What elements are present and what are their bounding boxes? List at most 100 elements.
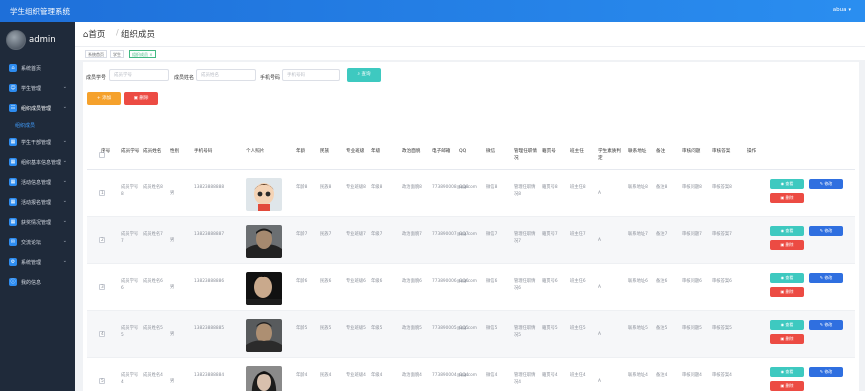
- column-header[interactable]: 成员姓名: [143, 148, 167, 155]
- search-input-phone[interactable]: 手机号码: [282, 69, 340, 81]
- search-label-sid: 成员学号: [86, 75, 107, 81]
- sidebar-item-label: 组织成员管理: [21, 106, 52, 112]
- table-row[interactable]: 3 成员学号6 成员姓名6 男 13823888886 年龄6 民族6 专业班级6 年级6 政治面…: [87, 264, 855, 311]
- table-row[interactable]: 5 成员学号4 成员姓名4 男 13823888884 年龄4 民族4 专业班级4 年级4 政治面…: [87, 358, 855, 391]
- breadcrumb-home[interactable]: ⌂首页: [83, 28, 105, 40]
- column-header[interactable]: 性别: [170, 148, 190, 155]
- view-button[interactable]: ◉ 查看: [770, 273, 804, 283]
- sidebar-item-8[interactable]: ✉ 交流论坛 ⌄: [0, 232, 75, 252]
- tag-student[interactable]: 学生: [110, 50, 124, 58]
- cell-q: 审核问题5: [682, 326, 702, 331]
- sidebar-item-3[interactable]: ▦ 学生干部管理 ⌄: [0, 132, 75, 152]
- cell-grade: 年级6: [371, 279, 383, 284]
- column-header[interactable]: 审核问题: [682, 148, 710, 155]
- sidebar: admin ⌂ 系统首页 ☺ 学生管理 ⌄ ☷ 组织成员管理 ⌄ 组织成员 ▦ 学生干部管理 ⌄ ▦ 组织…: [0, 22, 75, 391]
- sidebar-item-6[interactable]: ▦ 活动报名管理 ⌄: [0, 192, 75, 212]
- column-header[interactable]: 操作: [747, 148, 787, 155]
- cell-cls: 专业班级6: [346, 279, 366, 284]
- column-header[interactable]: 专业班级: [346, 148, 370, 155]
- column-header[interactable]: 序号: [101, 148, 117, 155]
- sidebar-item-1[interactable]: ☺ 学生管理 ⌄: [0, 78, 75, 98]
- cell-grade: 年级8: [371, 185, 383, 190]
- edit-button[interactable]: ✎ 修改: [809, 320, 843, 330]
- search-input-name[interactable]: 成员姓名: [196, 69, 256, 81]
- cell-teacher: 班主任5: [570, 326, 586, 331]
- column-header[interactable]: 成员学号: [121, 148, 141, 155]
- cell-addr: 联系地址8: [628, 185, 648, 190]
- column-header[interactable]: 年龄: [296, 148, 318, 155]
- tag-home[interactable]: 系统首页: [85, 50, 107, 58]
- sidebar-item-4[interactable]: ▦ 组织基本信息管理 ⌄: [0, 152, 75, 172]
- column-header[interactable]: 班主任: [570, 148, 594, 155]
- column-header[interactable]: 政治面貌: [402, 148, 426, 155]
- column-header[interactable]: 电子邮箱: [432, 148, 458, 155]
- sidebar-item-5[interactable]: ▦ 活动信息管理 ⌄: [0, 172, 75, 192]
- cell-political: 政治面貌8: [402, 185, 422, 190]
- column-header[interactable]: QQ: [459, 148, 483, 155]
- cell-email: 773890004@qq.com: [432, 373, 477, 378]
- search-input-sid[interactable]: 成员学号: [109, 69, 169, 81]
- sidebar-item-7[interactable]: ▦ 获奖情况管理 ⌄: [0, 212, 75, 232]
- cell-jg: 籍贯号5: [542, 326, 558, 331]
- sidebar-item-2[interactable]: ☷ 组织成员管理 ⌄: [0, 98, 75, 118]
- tag-member[interactable]: 组织成员 ×: [129, 50, 156, 58]
- column-header[interactable]: 微信: [486, 148, 510, 155]
- add-button[interactable]: + 添加: [87, 92, 121, 105]
- user-menu[interactable]: abua ▾: [833, 7, 851, 13]
- view-button[interactable]: ◉ 查看: [770, 367, 804, 377]
- sidebar-subitem-member[interactable]: 组织成员: [0, 118, 75, 132]
- cell-wechat: 微信4: [486, 373, 498, 378]
- sidebar-item-0[interactable]: ⌂ 系统首页: [0, 58, 75, 78]
- column-header[interactable]: 备注: [656, 148, 678, 155]
- cell-phone: 13823888885: [194, 326, 225, 331]
- edit-button[interactable]: ✎ 修改: [809, 273, 843, 283]
- column-header[interactable]: 个人照片: [246, 148, 292, 155]
- page-header: ⌂首页 / 组织成员: [75, 22, 865, 46]
- cell-wechat: 微信8: [486, 185, 498, 190]
- column-header[interactable]: 学生素质判定: [598, 148, 624, 162]
- cell-post: 管理任职情况7: [514, 232, 536, 244]
- cell-cls: 专业班级7: [346, 232, 366, 237]
- column-header[interactable]: 籍贯号: [542, 148, 566, 155]
- app-title: 学生组织管理系统: [10, 7, 70, 16]
- delete-button[interactable]: ▣ 删除: [770, 334, 804, 344]
- breadcrumb-separator: /: [116, 28, 119, 37]
- column-header[interactable]: 年级: [371, 148, 397, 155]
- table-row[interactable]: 2 成员学号7 成员姓名7 男 13823888887 年龄7 民族7 专业班级7 年级7 政治面…: [87, 217, 855, 264]
- view-button[interactable]: ◉ 查看: [770, 226, 804, 236]
- cell-name: 成员姓名5: [143, 326, 163, 331]
- cell-nation: 民族7: [320, 232, 332, 237]
- column-header[interactable]: 审核答案: [712, 148, 740, 155]
- chevron-down-icon: ⌄: [62, 238, 67, 244]
- grid-icon: ▦: [9, 138, 17, 146]
- edit-button[interactable]: ✎ 修改: [809, 367, 843, 377]
- cell-sid: 成员学号7: [121, 232, 139, 244]
- batch-delete-button[interactable]: ▣ 删除: [124, 92, 158, 105]
- view-button[interactable]: ◉ 查看: [770, 179, 804, 189]
- member-photo: [246, 225, 282, 258]
- sidebar-item-9[interactable]: ⚙ 系统管理 ⌄: [0, 252, 75, 272]
- sidebar-item-10[interactable]: ⓘ 我的信息: [0, 272, 75, 292]
- member-photo: [246, 272, 282, 305]
- cell-age: 年龄5: [296, 326, 308, 331]
- column-header[interactable]: 手机号码: [194, 148, 220, 155]
- sidebar-item-label: 活动报名管理: [21, 200, 52, 206]
- delete-button[interactable]: ▣ 删除: [770, 287, 804, 297]
- tags-view: 系统首页 学生 组织成员 ×: [75, 46, 865, 60]
- table-row[interactable]: 1 成员学号8 成员姓名8 男 13823888888 年龄8 民族8 专业班级8 年级8 政治面…: [87, 170, 855, 217]
- cell-nation: 民族4: [320, 373, 332, 378]
- delete-button[interactable]: ▣ 删除: [770, 193, 804, 203]
- view-button[interactable]: ◉ 查看: [770, 320, 804, 330]
- member-photo: [246, 319, 282, 352]
- column-header[interactable]: 民族: [320, 148, 342, 155]
- delete-button[interactable]: ▣ 删除: [770, 240, 804, 250]
- column-header[interactable]: 联系地址: [628, 148, 652, 155]
- cell-email: 773890007@qq.com: [432, 232, 477, 237]
- edit-button[interactable]: ✎ 修改: [809, 226, 843, 236]
- table-row[interactable]: 4 成员学号5 成员姓名5 男 13823888885 年龄5 民族5 专业班级5 年级5 政治面…: [87, 311, 855, 358]
- cell-name: 成员姓名4: [143, 373, 163, 378]
- edit-button[interactable]: ✎ 修改: [809, 179, 843, 189]
- column-header[interactable]: 管理任职情况: [514, 148, 540, 162]
- search-button[interactable]: ⌕ 查询: [347, 68, 381, 82]
- delete-button[interactable]: ▣ 删除: [770, 381, 804, 391]
